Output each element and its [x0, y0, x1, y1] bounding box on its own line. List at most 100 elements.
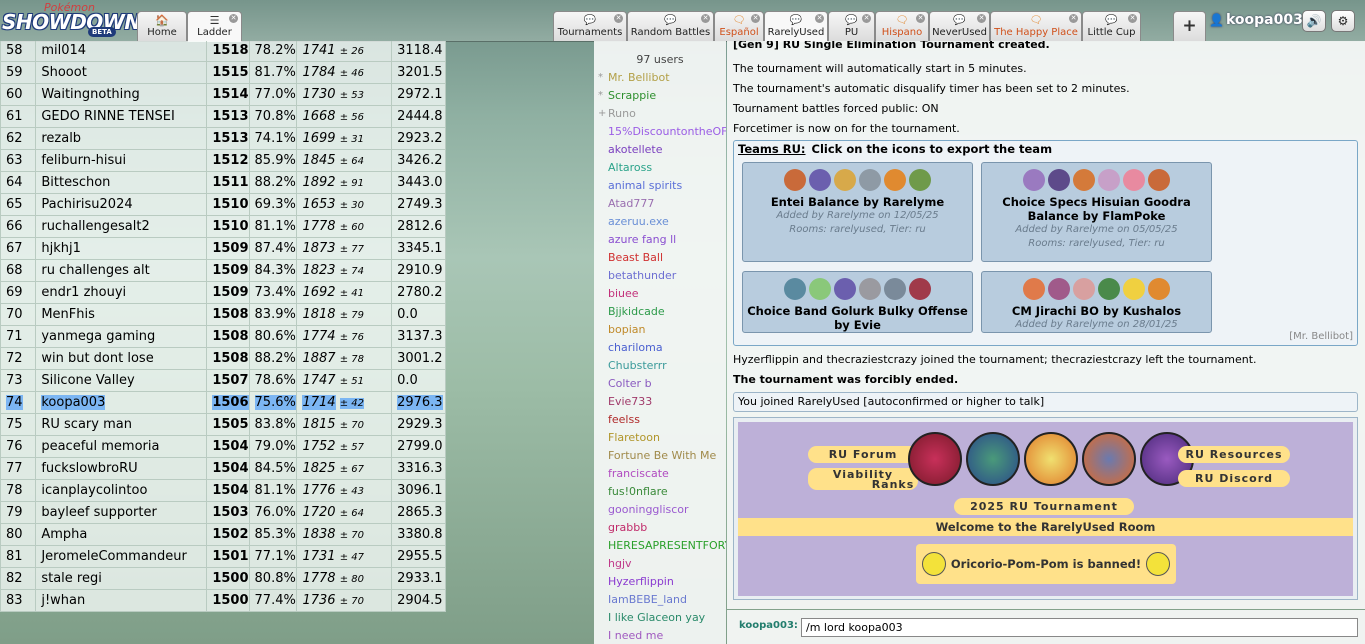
user-count[interactable]: 97 users [594, 41, 726, 69]
user-list-item[interactable]: bopian [594, 321, 726, 339]
user-list-item[interactable]: animal spirits [594, 177, 726, 195]
user-list-item[interactable]: Flaretoon [594, 429, 726, 447]
user-list-item[interactable]: Bjjkidcade [594, 303, 726, 321]
team-card[interactable]: Choice Specs Hisuian Goodra Balance by F… [981, 162, 1212, 262]
pokemon-icon[interactable] [1123, 169, 1145, 191]
close-icon[interactable]: ✕ [1069, 14, 1078, 23]
pokemon-icon[interactable] [909, 278, 931, 300]
close-icon[interactable]: ✕ [701, 14, 710, 23]
ladder-username[interactable]: Silicone Valley [35, 369, 208, 392]
team-pokemon-icons[interactable] [743, 165, 972, 195]
ladder-username[interactable]: rezalb [35, 127, 208, 150]
viability-ranks-link[interactable]: Viability Ranks [808, 468, 918, 490]
close-icon[interactable]: ✕ [862, 14, 871, 23]
pokemon-icon[interactable] [884, 169, 906, 191]
close-icon[interactable]: ✕ [614, 14, 623, 23]
user-list-item[interactable]: Beast Ball [594, 249, 726, 267]
pokemon-icon[interactable] [1073, 278, 1095, 300]
team-pokemon-icons[interactable] [982, 274, 1211, 304]
ladder-username[interactable]: MenFhis [35, 303, 208, 326]
user-list-item[interactable]: chariloma [594, 339, 726, 357]
user-list-item[interactable]: Chubsterrr [594, 357, 726, 375]
ladder-username[interactable]: Shooot [35, 61, 208, 84]
user-button[interactable]: 👤 koopa003 [1209, 12, 1303, 28]
tab-room[interactable]: ✕ 💬 Tournaments [553, 11, 627, 41]
user-list-item[interactable]: azeruu.exe [594, 213, 726, 231]
user-list-item[interactable]: I like Glaceon yay [594, 609, 726, 627]
close-icon[interactable]: ✕ [916, 14, 925, 23]
user-list-item[interactable]: IamBEBE_land [594, 591, 726, 609]
user-list-item[interactable]: azure fang ll [594, 231, 726, 249]
ru-resources-link[interactable]: RU Resources [1178, 446, 1290, 463]
user-list-item[interactable]: Evie733 [594, 393, 726, 411]
tab-ladder[interactable]: ✕ ☰ Ladder [187, 11, 242, 42]
ladder-username[interactable]: hjkhj1 [35, 237, 208, 260]
ladder-username[interactable]: Waitingnothing [35, 83, 208, 106]
pokemon-icon[interactable] [859, 278, 881, 300]
ladder-username[interactable]: ruchallengesalt2 [35, 215, 208, 238]
tab-home[interactable]: 🏠 Home [137, 11, 187, 41]
user-list-item[interactable]: Altaross [594, 159, 726, 177]
user-list-item[interactable]: HERESAPRESENTFORY [594, 537, 726, 555]
close-icon[interactable]: ✕ [815, 14, 824, 23]
user-list-item[interactable]: biuee [594, 285, 726, 303]
pokemon-icon[interactable] [1148, 278, 1170, 300]
pokemon-icon[interactable] [809, 169, 831, 191]
pokemon-icon[interactable] [1098, 278, 1120, 300]
user-list-item[interactable]: feelss [594, 411, 726, 429]
pokemon-icon[interactable] [834, 278, 856, 300]
ladder-username[interactable]: GEDO RINNE TENSEI [35, 105, 208, 128]
pokemon-icon[interactable] [784, 169, 806, 191]
ladder-username[interactable]: yanmega gaming [35, 325, 208, 348]
user-list-item[interactable]: Fortune Be With Me [594, 447, 726, 465]
user-list-item[interactable]: akotellete [594, 141, 726, 159]
pokemon-icon[interactable] [1148, 169, 1170, 191]
ladder-username[interactable]: endr1 zhouyi [35, 281, 208, 304]
ladder-username[interactable]: win but dont lose [35, 347, 208, 370]
pokemon-icon[interactable] [809, 278, 831, 300]
ladder-username[interactable]: icanplaycolintoo [35, 479, 208, 502]
user-list-item[interactable]: * Scrappie [594, 87, 726, 105]
ru-discord-link[interactable]: RU Discord [1178, 470, 1290, 487]
ladder-username[interactable]: ru challenges alt [35, 259, 208, 282]
tab-room[interactable]: ✕ 💬 PU [828, 11, 875, 41]
team-pokemon-icons[interactable] [743, 274, 972, 304]
team-card[interactable]: Entei Balance by Rarelyme Added by Rarel… [742, 162, 973, 262]
add-room-button[interactable]: + [1173, 11, 1206, 41]
user-list-item[interactable]: Atad777 [594, 195, 726, 213]
user-list-item[interactable]: Colter b [594, 375, 726, 393]
settings-button[interactable]: ⚙ [1331, 10, 1355, 32]
pokemon-icon[interactable] [784, 278, 806, 300]
user-list-item[interactable]: hgjv [594, 555, 726, 573]
tab-room[interactable]: ✕ 🗨 The Happy Place [990, 11, 1082, 41]
ladder-username[interactable]: koopa003 [35, 391, 208, 414]
close-icon[interactable]: ✕ [1128, 14, 1137, 23]
chat-input[interactable] [801, 618, 1358, 637]
user-list-item[interactable]: * Mr. Bellibot [594, 69, 726, 87]
ladder-username[interactable]: feliburn-hisui [35, 149, 208, 172]
ladder-username[interactable]: j!whan [35, 589, 208, 612]
team-pokemon-icons[interactable] [982, 165, 1211, 195]
user-list-item[interactable]: fus!0nflare [594, 483, 726, 501]
close-icon[interactable]: ✕ [751, 14, 760, 23]
pokemon-icon[interactable] [1048, 278, 1070, 300]
user-list-item[interactable]: betathunder [594, 267, 726, 285]
ladder-username[interactable]: RU scary man [35, 413, 208, 436]
pokemon-icon[interactable] [1048, 169, 1070, 191]
user-list-item[interactable]: gooninggliscor [594, 501, 726, 519]
ladder-username[interactable]: Ampha [35, 523, 208, 546]
pokemon-icon[interactable] [909, 169, 931, 191]
user-list-item[interactable]: I need me [594, 627, 726, 644]
tab-room[interactable]: ✕ 💬 Random Battles [627, 11, 714, 41]
team-card[interactable]: CM Jirachi BO by Kushalos Added by Rarel… [981, 271, 1212, 333]
tab-room[interactable]: ✕ 💬 NeverUsed [929, 11, 990, 41]
pokemon-icon[interactable] [1023, 278, 1045, 300]
showdown-logo[interactable]: Pokémon SHOWDOWN BETA [2, 1, 141, 39]
tab-room[interactable]: ✕ 💬 Little Cup [1082, 11, 1141, 41]
ladder-username[interactable]: JeromeleCommandeur [35, 545, 208, 568]
tab-room[interactable]: ✕ 🗨 Hispano [875, 11, 929, 41]
ladder-username[interactable]: fuckslowbroRU [35, 457, 208, 480]
close-icon[interactable]: ✕ [229, 14, 238, 23]
pokemon-icon[interactable] [859, 169, 881, 191]
tab-room[interactable]: ✕ 💬 RarelyUsed [764, 11, 828, 42]
